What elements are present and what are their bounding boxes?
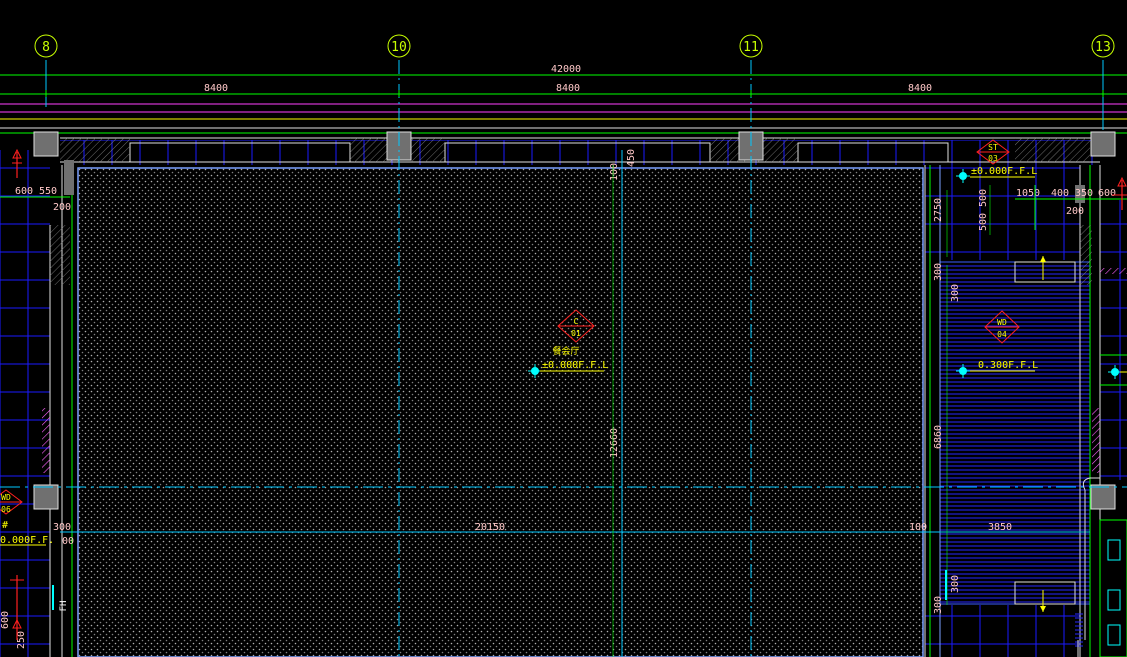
tile-grid-far-right (1100, 200, 1127, 480)
dim-segment-2: 8400 (556, 83, 580, 94)
dim-right-100: 100 (909, 522, 927, 533)
dim-right-400: 400 (1051, 188, 1069, 199)
dim-overall: 42000 (551, 64, 581, 75)
tile-grid-right-upper (925, 165, 1080, 260)
top-dimensions: 42000 8400 8400 8400 (45, 64, 1104, 97)
left-tag-hash: # (2, 520, 8, 531)
side-room-level-text: 0.300F.F.L (978, 360, 1038, 371)
grid-bubble-8: 8 (34, 34, 58, 58)
dim-left-00: 00 (62, 536, 74, 547)
dim-left-600b: 600 (0, 611, 11, 629)
side-room-tag-top: WD (997, 318, 1007, 327)
room-level-text: ±0.000F.F.L (542, 360, 608, 371)
grid-label-11: 11 (743, 40, 759, 55)
dim-left-550: 550 (39, 186, 57, 197)
dim-upper-2750: 2750 (933, 198, 944, 222)
tile-grid-left (0, 150, 50, 657)
stair-tag-top: ST (988, 143, 998, 152)
side-room-floor (939, 261, 1091, 605)
grid-bubble-11: 11 (739, 34, 763, 58)
dim-segment-3: 8400 (908, 83, 932, 94)
stair-tag-bottom: 03 (988, 154, 998, 163)
dim-right-350: 350 (1075, 188, 1093, 199)
room-tag-bottom: 01 (571, 329, 581, 338)
dim-right-300a: 300 (933, 263, 944, 281)
dim-segment-1: 8400 (204, 83, 228, 94)
dim-top-450: 450 (626, 149, 637, 167)
grid-label-13: 13 (1095, 40, 1111, 55)
dim-right-300b: 300 (950, 284, 961, 302)
dim-upper-500a: 500 (978, 189, 989, 207)
main-hall-floor (77, 167, 924, 657)
stair-level-text: ±0.000F.F.L (971, 166, 1037, 177)
dim-top-100: 100 (609, 163, 620, 181)
dim-upper-500b: 500 (978, 213, 989, 231)
dim-side-width: 3850 (988, 522, 1012, 533)
side-room-tag-bottom: 04 (997, 330, 1007, 339)
left-tag-top: WD (1, 493, 11, 502)
dim-right-200: 200 (1066, 206, 1084, 217)
dim-right-600: 600 (1098, 188, 1116, 199)
left-tag-bottom: 06 (1, 505, 11, 514)
tile-grid-right-lower (925, 605, 1080, 657)
dim-right-300c: 300 (950, 575, 961, 593)
room-tag-top: C (574, 317, 579, 326)
top-reference-lines (0, 74, 1127, 120)
grid-bubble-13: 13 (1091, 34, 1115, 58)
dim-side-depth: 6860 (933, 425, 944, 449)
dim-left-600: 600 (15, 186, 33, 197)
grid-label-8: 8 (42, 40, 50, 55)
dim-hall-depth: 12660 (609, 428, 620, 458)
dim-hall-width: 20150 (475, 522, 505, 533)
dim-right-1050: 1050 (1016, 188, 1040, 199)
fh-label: FH (59, 601, 69, 612)
left-tag-level: 0.000F.F. (0, 535, 54, 546)
dim-left-250: 250 (16, 631, 27, 649)
tile-grid-top-strip (60, 140, 1100, 165)
cad-floor-plan: 8 10 11 13 42000 8400 8400 8400 C 01 餐会厅… (0, 0, 1127, 657)
dim-right-300d: 300 (933, 596, 944, 614)
grid-bubble-10: 10 (387, 34, 411, 58)
dim-left-200: 200 (53, 202, 71, 213)
dim-left-300: 300 (53, 522, 71, 533)
grid-label-10: 10 (391, 40, 407, 55)
room-name: 餐会厅 (552, 345, 579, 357)
